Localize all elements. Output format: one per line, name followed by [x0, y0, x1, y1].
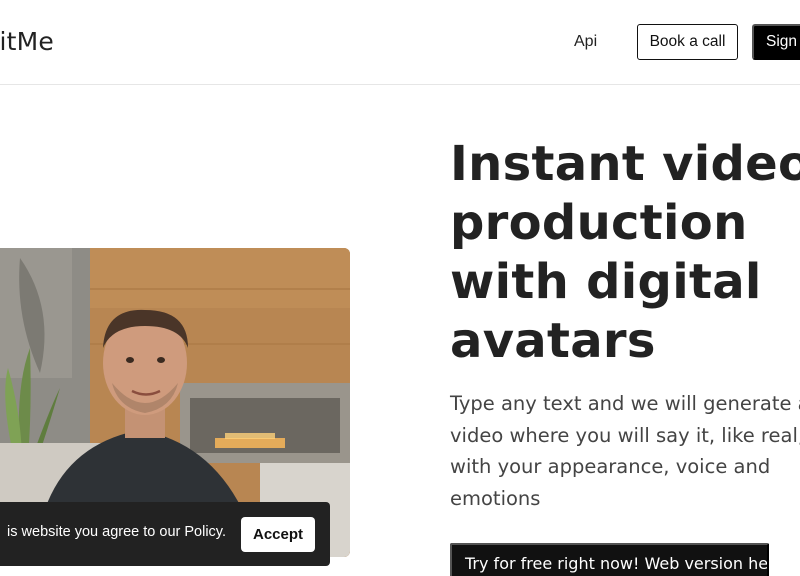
hero-desc-line: Type any text and we will generate a	[450, 392, 800, 415]
site-header: ritMe Api Book a call Sign	[0, 0, 800, 85]
cookie-banner: is website you agree to our Policy. Acce…	[0, 502, 330, 566]
sign-button[interactable]: Sign	[752, 24, 800, 60]
hero-desc-line: emotions	[450, 486, 541, 510]
hero-title: Instant video production with digital av…	[450, 135, 800, 371]
hero-title-line: production	[450, 195, 748, 251]
accept-cookies-button[interactable]: Accept	[241, 517, 315, 552]
cookie-text: is website you agree to our Policy.	[7, 524, 226, 540]
try-free-button[interactable]: Try for free right now! Web version here	[450, 543, 769, 576]
hero-title-line: with digital	[450, 254, 762, 310]
hero-title-line: Instant video	[450, 136, 800, 192]
logo[interactable]: ritMe	[0, 27, 54, 56]
hero-description: Type any text and we will generate a vid…	[450, 388, 800, 514]
hero-desc-line: video where you will say it, like real,	[450, 423, 800, 447]
nav-link-api[interactable]: Api	[574, 33, 597, 51]
book-call-button[interactable]: Book a call	[637, 24, 738, 60]
hero-title-line: avatars	[450, 313, 656, 369]
cookie-text-wrap: is website you agree to our Policy.	[0, 524, 226, 540]
hero-desc-line: with your appearance, voice and	[450, 455, 771, 478]
